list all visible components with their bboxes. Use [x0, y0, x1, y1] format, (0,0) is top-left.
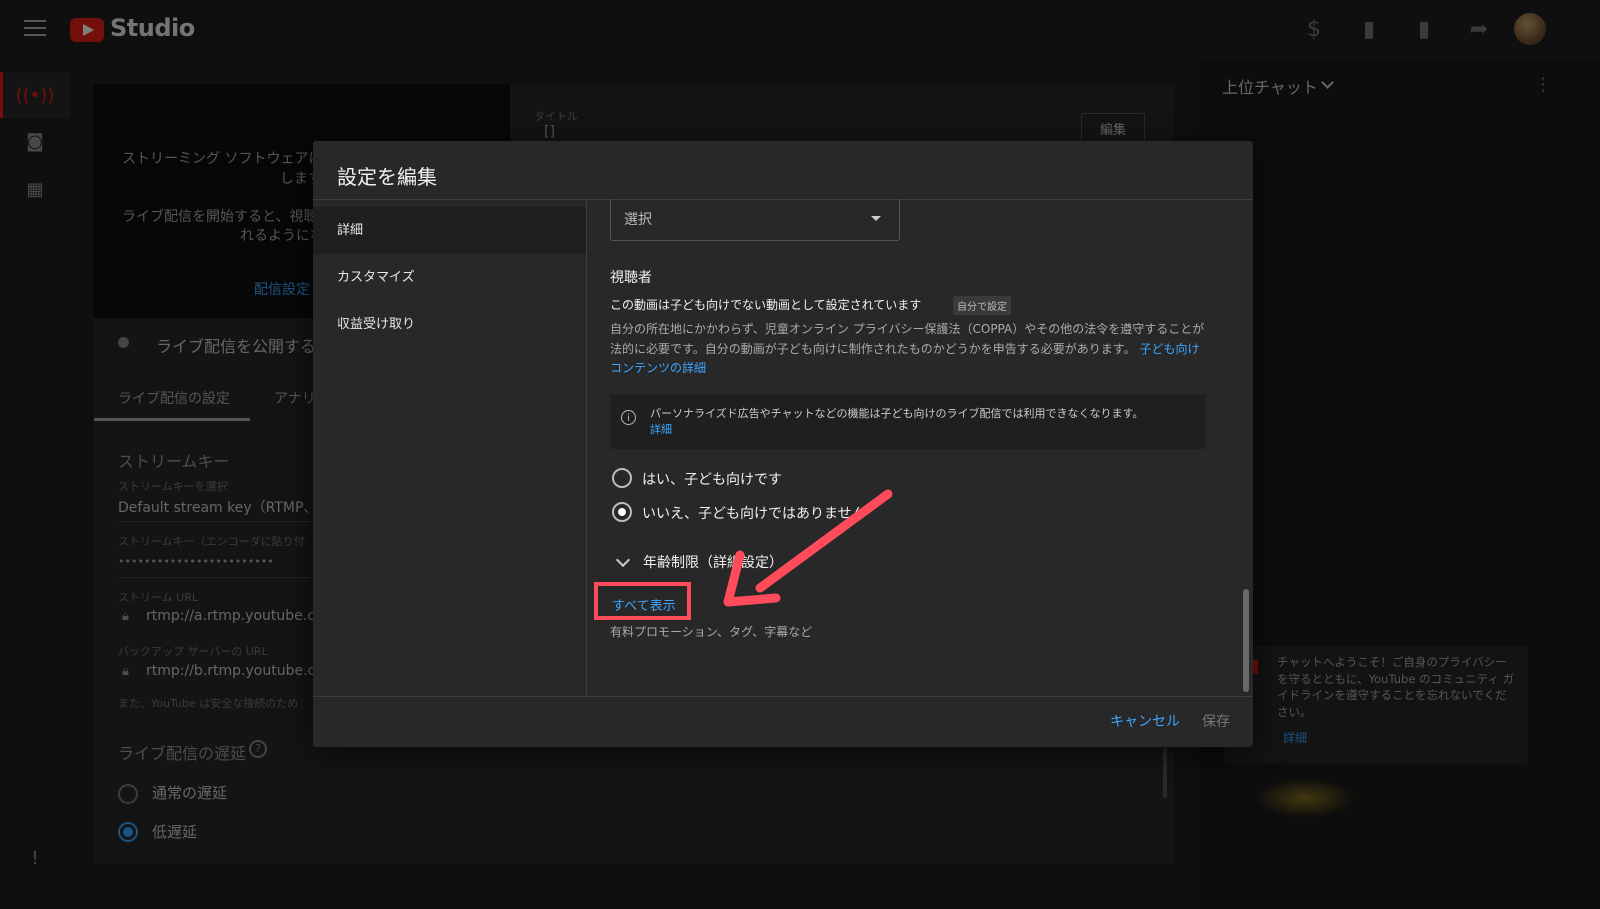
show-all-button[interactable]: すべて表示 — [612, 595, 676, 614]
nav-item-details[interactable]: 詳細 — [313, 207, 586, 254]
caret-down-icon — [871, 216, 881, 221]
info-link[interactable]: 詳細 — [650, 423, 672, 436]
info-box: i パーソナライズド広告やチャットなどの機能は子ども向けのライブ配信では利用でき… — [610, 394, 1206, 449]
coppa-description: 自分の所在地にかかわらず、児童オンライン プライバシー保護法（COPPA）やその… — [610, 320, 1210, 379]
audience-badge: 自分で設定 — [953, 296, 1011, 315]
edit-settings-dialog: 設定を編集 詳細 カスタマイズ 収益受け取り 選択 視聴者 この動画は子ども向け… — [313, 141, 1253, 747]
nav-item-monetization[interactable]: 収益受け取り — [313, 301, 586, 348]
nav-item-customize[interactable]: カスタマイズ — [313, 254, 586, 301]
info-icon: i — [621, 410, 636, 425]
divider — [313, 696, 1253, 697]
save-button[interactable]: 保存 — [1202, 711, 1230, 731]
dialog-scrollbar[interactable] — [1243, 589, 1249, 692]
audience-heading: 視聴者 — [610, 270, 652, 286]
made-for-kids-no-label[interactable]: いいえ、子ども向けではありません — [642, 503, 866, 523]
info-text: パーソナライズド広告やチャットなどの機能は子ども向けのライブ配信では利用できなく… — [650, 406, 1195, 438]
coppa-text: 自分の所在地にかかわらず、児童オンライン プライバシー保護法（COPPA）やその… — [610, 322, 1205, 356]
made-for-kids-yes-label[interactable]: はい、子ども向けです — [642, 469, 782, 489]
cancel-button[interactable]: キャンセル — [1110, 711, 1180, 731]
select-label: 選択 — [624, 212, 652, 228]
made-for-kids-no-radio[interactable] — [612, 502, 632, 522]
category-select[interactable]: 選択 — [610, 199, 900, 241]
audience-status: この動画は子ども向けでない動画として設定されています — [610, 298, 922, 312]
age-restriction-toggle[interactable]: 年齢制限（詳細設定） — [643, 552, 783, 572]
chevron-down-icon[interactable] — [615, 552, 631, 568]
dialog-title: 設定を編集 — [337, 165, 437, 189]
show-all-subtitle: 有料プロモーション、タグ、字幕など — [610, 625, 813, 639]
info-message: パーソナライズド広告やチャットなどの機能は子ども向けのライブ配信では利用できなく… — [650, 407, 1144, 420]
made-for-kids-yes-radio[interactable] — [612, 468, 632, 488]
